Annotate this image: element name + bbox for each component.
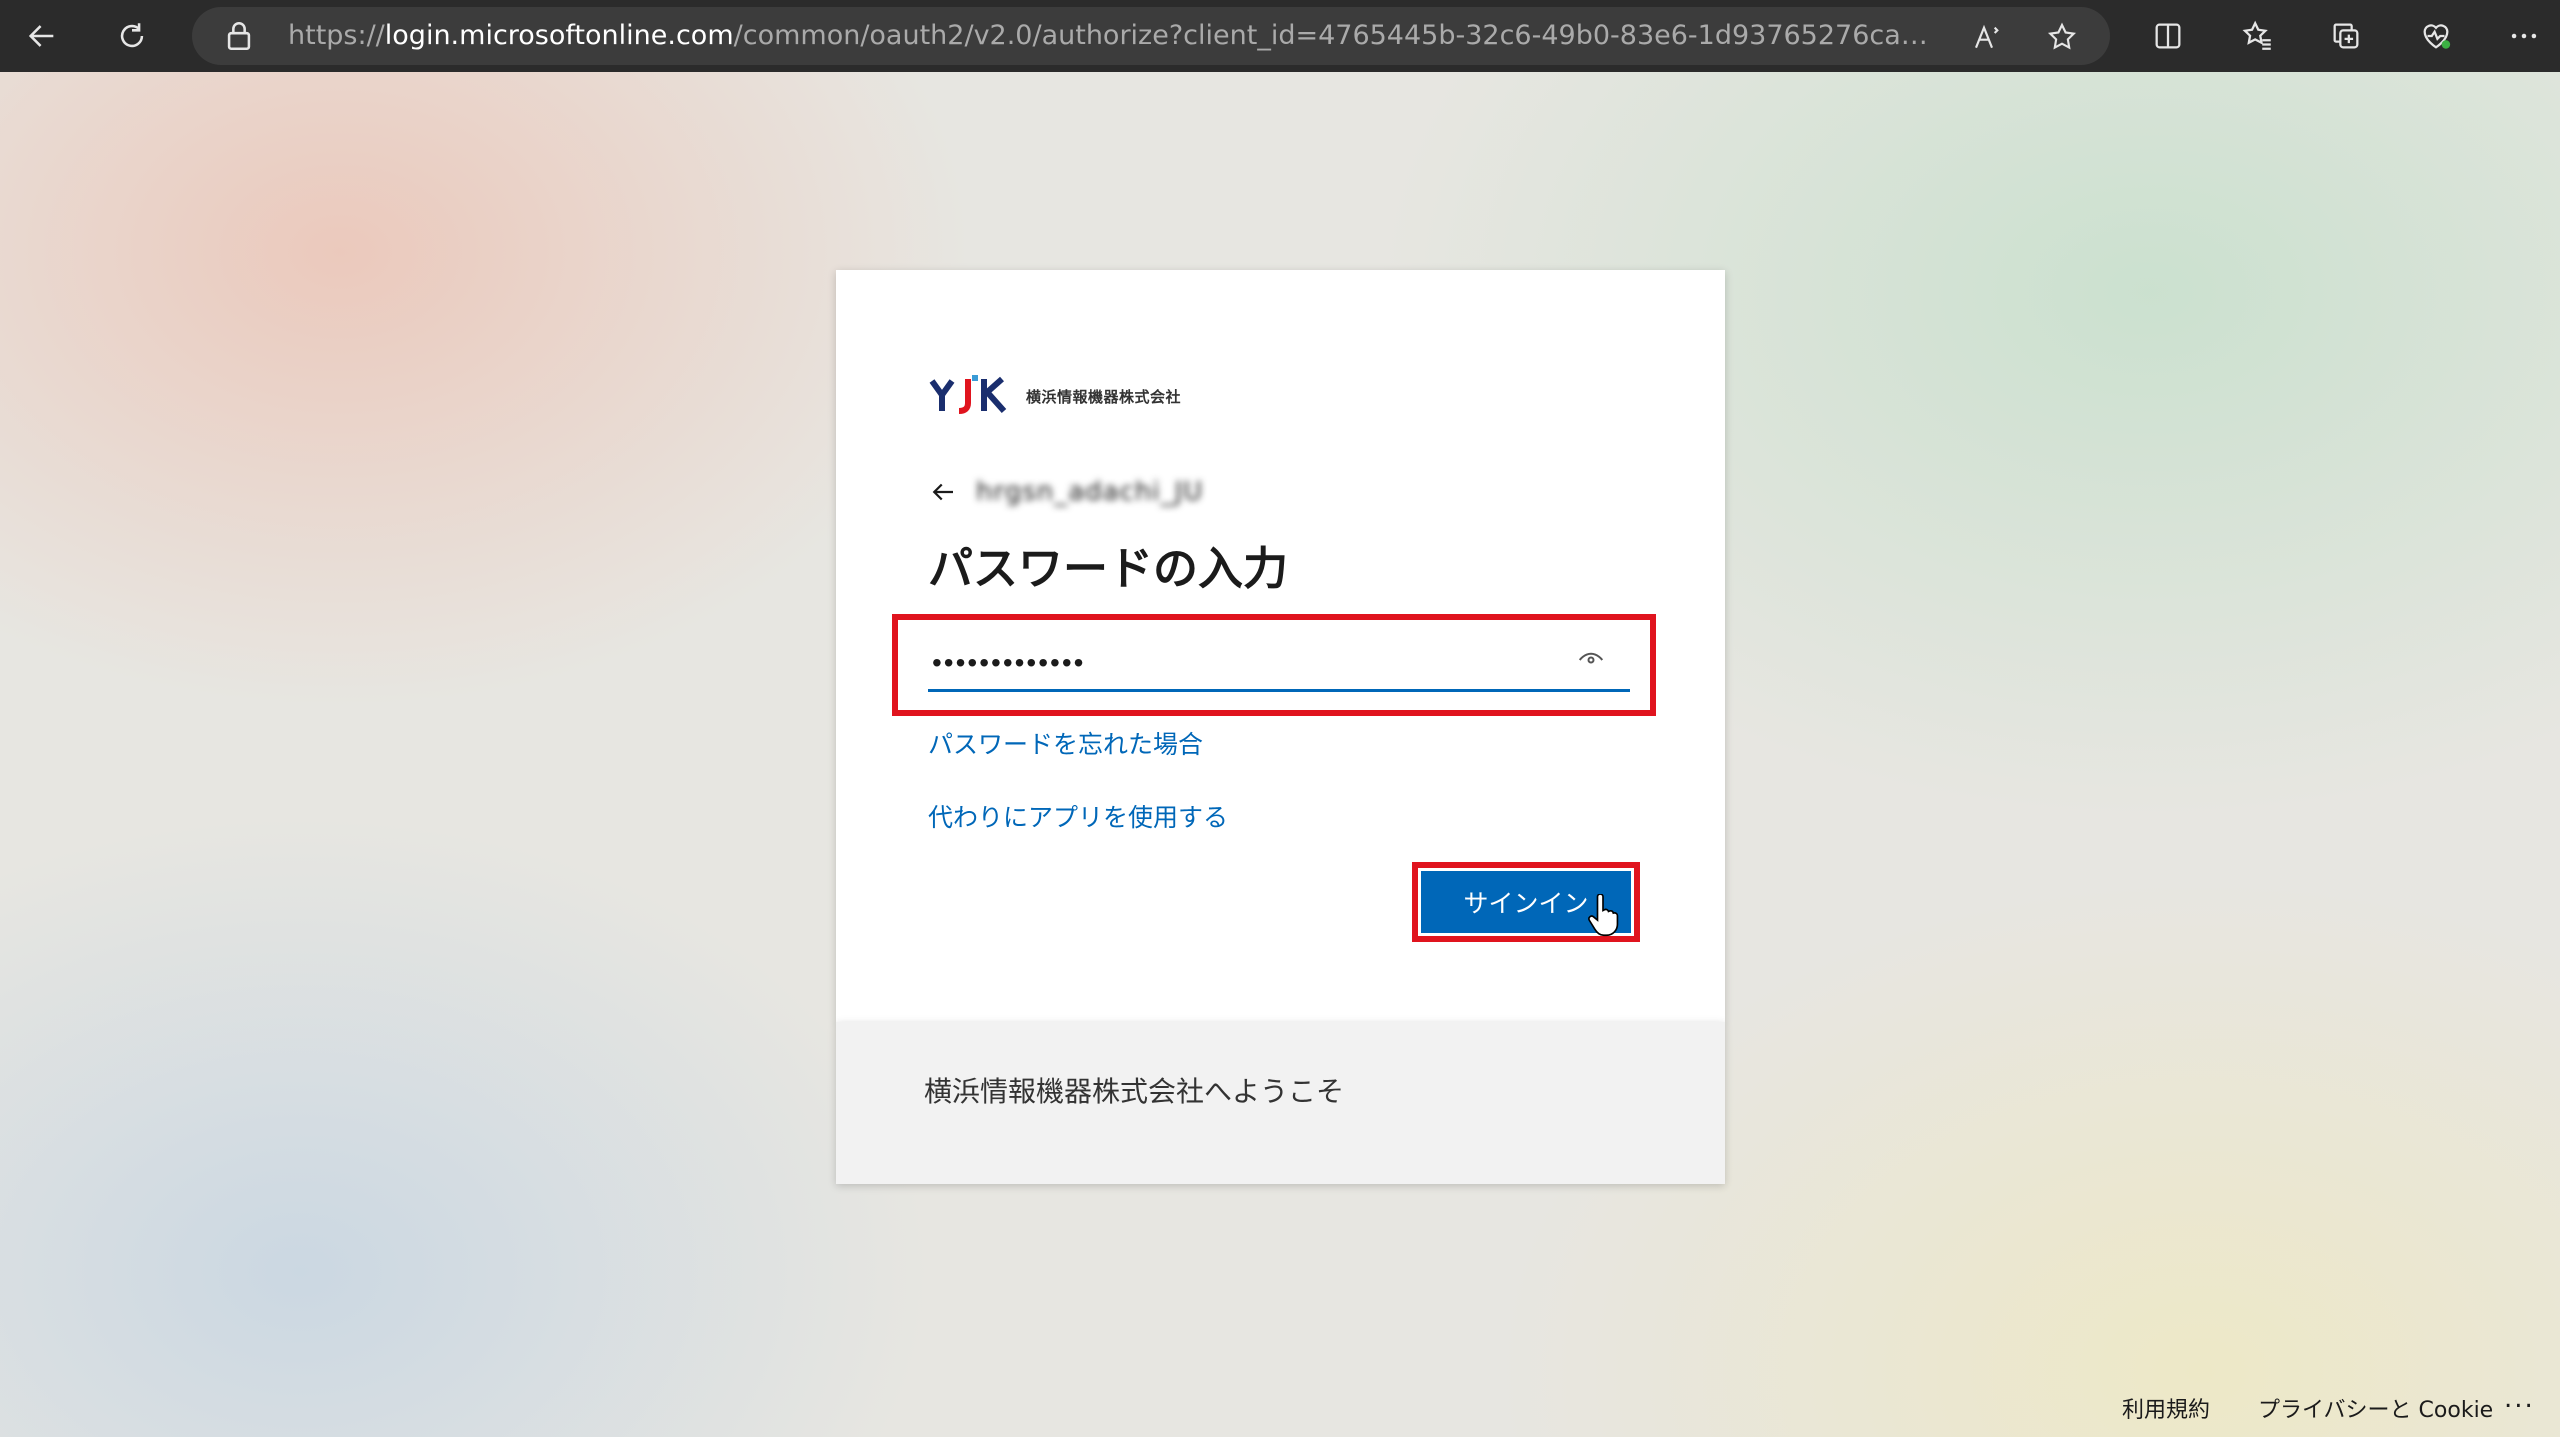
login-card: 横浜情報機器株式会社 hrgsn_adachi_JU パスワードの入力 パスワー… <box>836 270 1725 1022</box>
refresh-icon <box>120 23 144 48</box>
forgot-password-link[interactable]: パスワードを忘れた場合 <box>928 725 1203 761</box>
password-input[interactable] <box>928 636 1630 692</box>
use-app-link[interactable]: 代わりにアプリを使用する <box>928 798 1228 834</box>
account-email: hrgsn_adachi_JU <box>976 477 1204 507</box>
back-button[interactable] <box>14 8 70 64</box>
arrow-left-icon <box>28 25 54 47</box>
reveal-password-icon[interactable] <box>1576 645 1606 675</box>
yjk-logo-icon <box>929 375 1007 414</box>
lock-icon <box>227 22 251 51</box>
browser-toolbar: https://login.microsoftonline.com/common… <box>0 0 2560 72</box>
heart-pulse-icon <box>2423 24 2451 49</box>
logo-company-text: 横浜情報機器株式会社 <box>1026 387 1182 406</box>
favorites-button[interactable] <box>2230 8 2286 64</box>
footer-more-button[interactable]: ... <box>2504 1384 2535 1414</box>
url-path: /common/oauth2/v2.0/authorize?client_id=… <box>733 20 1928 51</box>
account-row: hrgsn_adachi_JU <box>928 470 1203 514</box>
terms-of-use-link[interactable]: 利用規約 <box>2122 1392 2210 1424</box>
welcome-banner: 横浜情報機器株式会社へようこそ <box>836 1022 1725 1184</box>
url-host: login.microsoftonline.com <box>384 20 734 51</box>
split-screen-button[interactable] <box>2140 8 2196 64</box>
browser-essentials-button[interactable] <box>2408 8 2464 64</box>
settings-menu-button[interactable] <box>2496 8 2552 64</box>
welcome-text: 横浜情報機器株式会社へようこそ <box>924 1075 1345 1108</box>
back-arrow-icon[interactable] <box>928 477 958 507</box>
company-logo: 横浜情報機器株式会社 <box>928 370 1181 422</box>
read-aloud-icon <box>1975 24 1999 49</box>
url-prefix: https:// <box>288 20 385 51</box>
favorites-icon <box>2242 20 2271 50</box>
privacy-cookie-link[interactable]: プライバシーと Cookie <box>2258 1392 2493 1424</box>
address-bar[interactable]: https://login.microsoftonline.com/common… <box>192 7 2110 65</box>
refresh-button[interactable] <box>104 8 160 64</box>
favorite-button[interactable] <box>2042 17 2082 57</box>
url-text[interactable]: https://login.microsoftonline.com/common… <box>288 7 1928 65</box>
split-screen-icon <box>2155 23 2181 49</box>
more-horizontal-icon <box>2511 33 2537 39</box>
star-icon <box>2047 22 2077 50</box>
collections-button[interactable] <box>2318 8 2374 64</box>
read-aloud-button[interactable] <box>1968 17 2008 57</box>
hand-cursor-icon <box>1588 894 1619 937</box>
page-title: パスワードの入力 <box>928 542 1289 595</box>
collections-icon <box>2333 23 2359 49</box>
